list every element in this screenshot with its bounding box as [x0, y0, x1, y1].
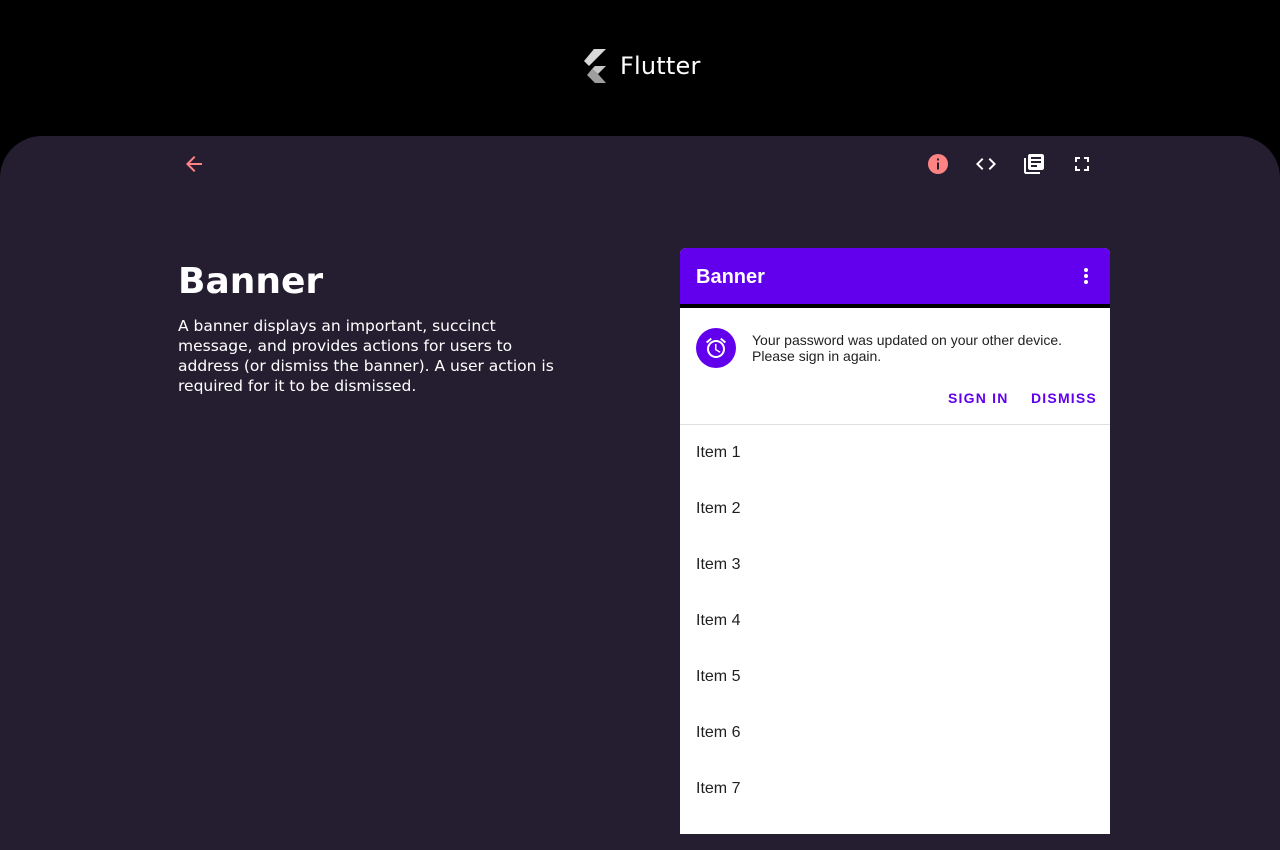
code-button[interactable]: [970, 148, 1002, 180]
list-item[interactable]: Item 6: [680, 705, 1110, 761]
list-item[interactable]: Item 4: [680, 593, 1110, 649]
list-item[interactable]: Item 7: [680, 761, 1110, 817]
library-books-icon: [1024, 154, 1044, 174]
banner-avatar: [696, 328, 736, 368]
banner-message: Your password was updated on your other …: [752, 332, 1063, 364]
info-button[interactable]: [922, 148, 954, 180]
documentation-button[interactable]: [1018, 148, 1050, 180]
brand-name: Flutter: [620, 52, 701, 80]
material-banner: Your password was updated on your other …: [680, 308, 1110, 425]
list-item[interactable]: Item 1: [680, 425, 1110, 481]
more-vert-icon: [1084, 268, 1088, 284]
app-bar: Banner: [680, 248, 1110, 308]
flutter-logo-icon: [584, 49, 606, 83]
list-item[interactable]: Item 3: [680, 537, 1110, 593]
code-icon: [976, 158, 996, 170]
fullscreen-button[interactable]: [1066, 148, 1098, 180]
sign-in-button[interactable]: SIGN IN: [948, 388, 1009, 408]
top-header: Flutter: [0, 0, 1280, 136]
app-bar-title: Banner: [696, 266, 765, 288]
dismiss-button[interactable]: DISMISS: [1031, 388, 1097, 408]
list-item[interactable]: Item 2: [680, 481, 1110, 537]
back-button[interactable]: [178, 148, 210, 180]
fullscreen-icon: [1075, 157, 1089, 171]
info-icon: [928, 154, 948, 174]
device-preview: Banner Your password was updated on your…: [680, 248, 1110, 834]
more-options-button[interactable]: [1070, 260, 1102, 292]
access-alarm-icon: [706, 337, 726, 358]
flutter-brand: Flutter: [584, 48, 701, 84]
item-list: Item 1 Item 2 Item 3 Item 4 Item 5 Item …: [680, 425, 1110, 817]
list-item[interactable]: Item 5: [680, 649, 1110, 705]
gallery-stage: Banner A banner displays an important, s…: [0, 136, 1280, 850]
demo-title: Banner: [178, 261, 324, 302]
demo-description: A banner displays an important, succinct…: [178, 317, 554, 395]
arrow-back-icon: [186, 156, 202, 172]
